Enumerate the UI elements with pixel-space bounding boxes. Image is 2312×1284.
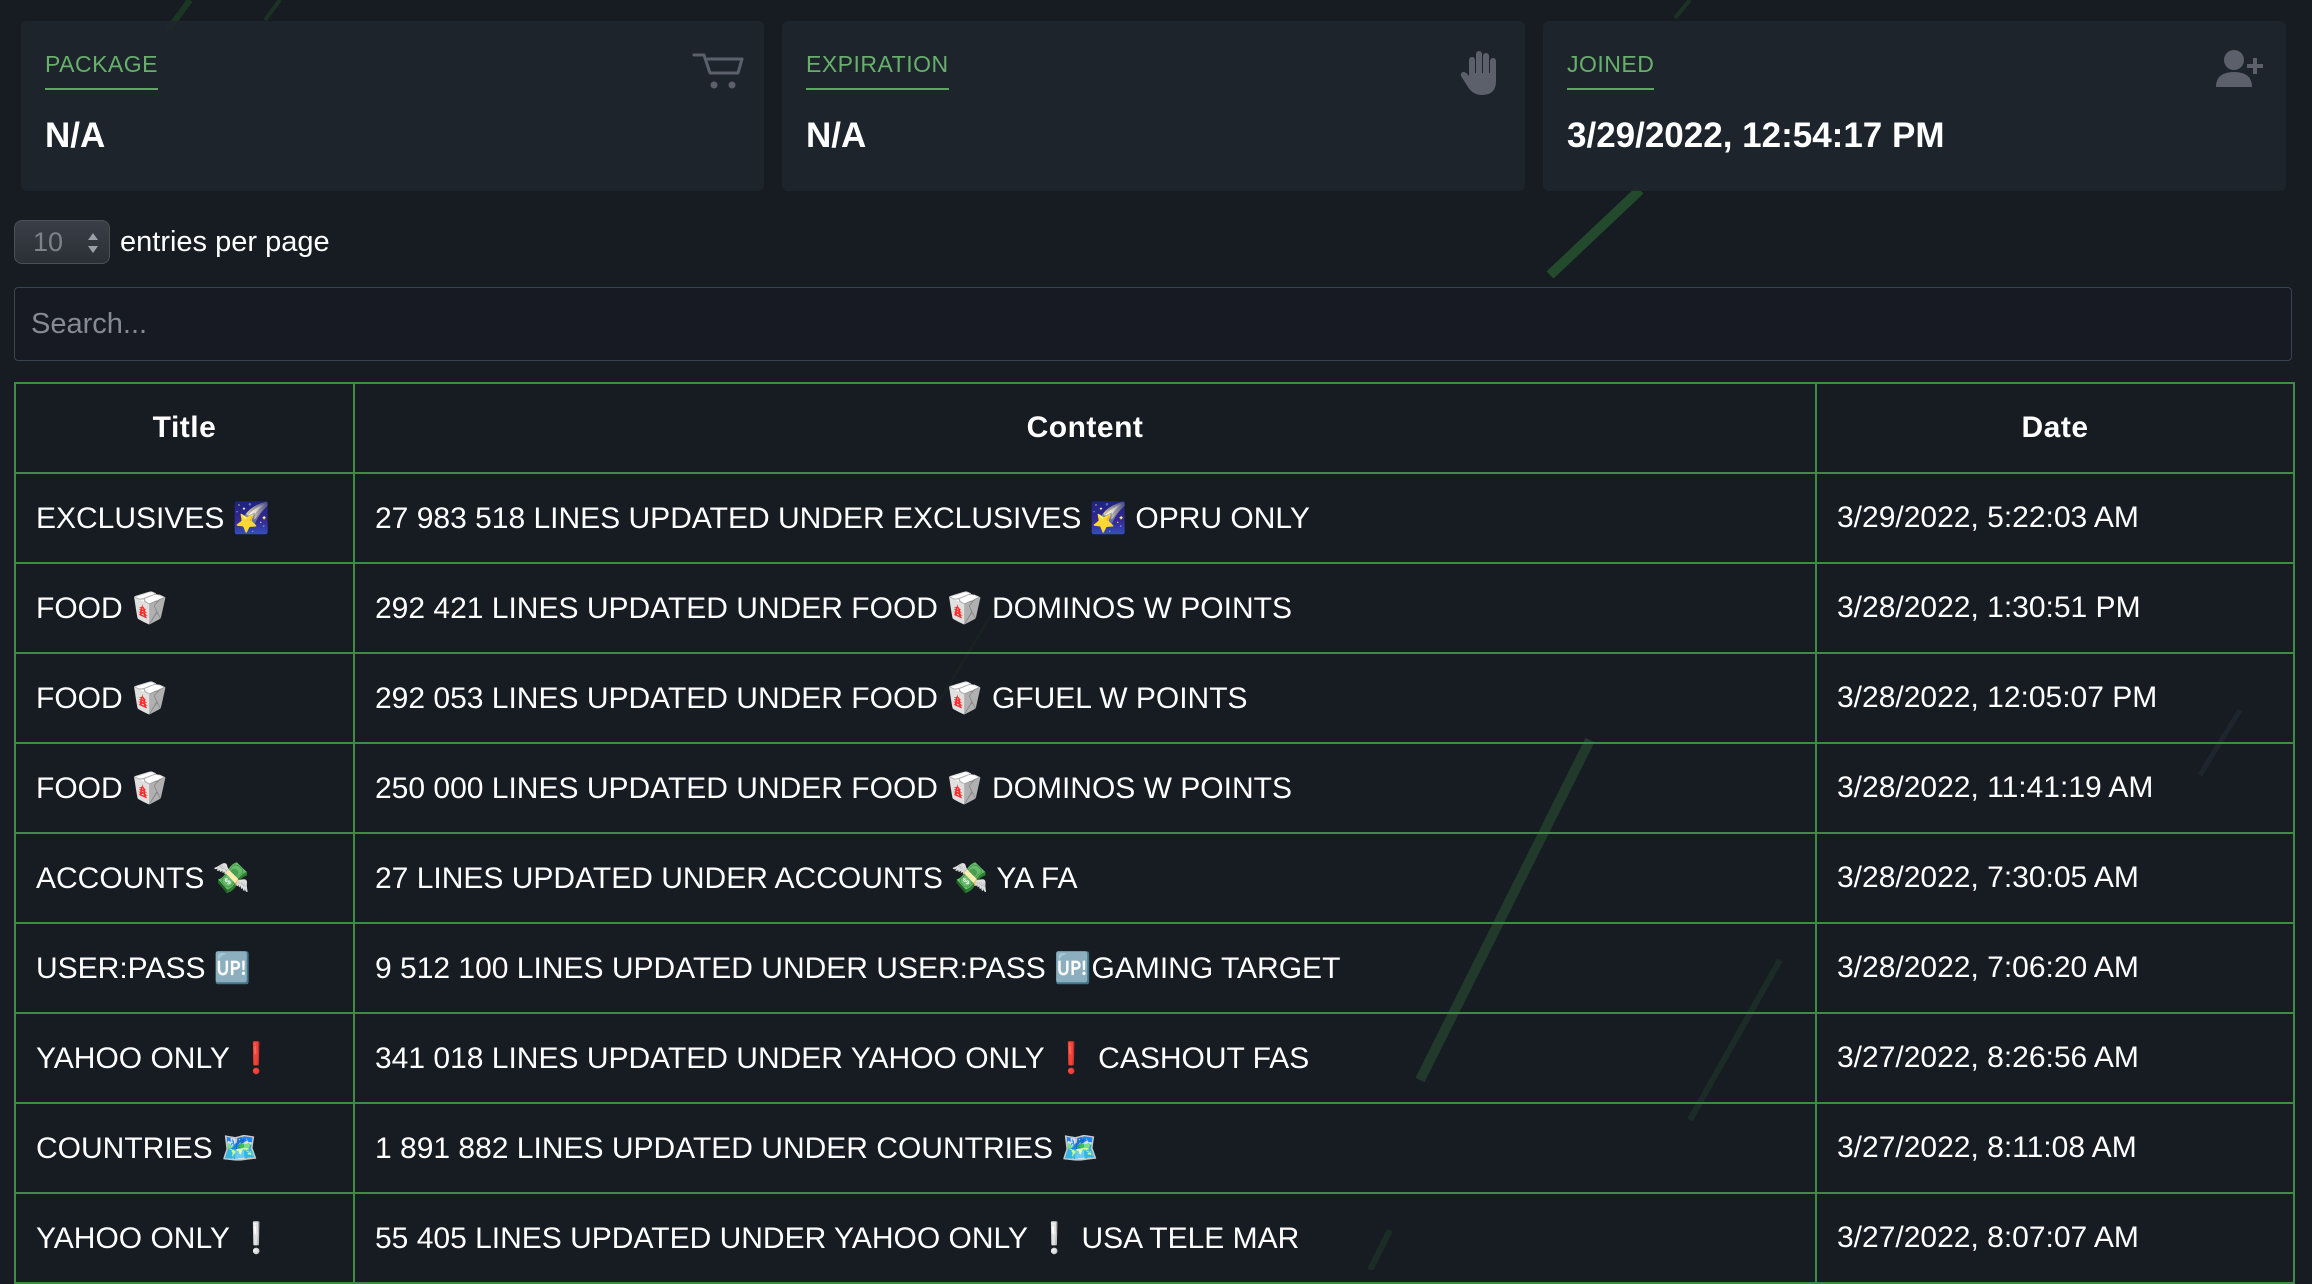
joined-label: JOINED <box>1567 51 1655 90</box>
expiration-label: EXPIRATION <box>806 51 949 90</box>
cell-title: FOOD 🥡 <box>14 742 355 834</box>
cell-date: 3/28/2022, 1:30:51 PM <box>1815 562 2295 654</box>
entries-per-page-select[interactable]: 10 <box>14 220 110 264</box>
cell-content: 27 LINES UPDATED UNDER ACCOUNTS 💸 YA FA <box>353 832 1817 924</box>
search-input[interactable] <box>14 287 2292 361</box>
dashboard-page: PACKAGE N/A EXPIRATION N/A JOINED 3/29/2… <box>0 0 2312 1284</box>
column-header-date[interactable]: Date <box>1815 382 2295 474</box>
cell-title: ACCOUNTS 💸 <box>14 832 355 924</box>
cell-title: COUNTRIES 🗺️ <box>14 1102 355 1194</box>
cell-content: 250 000 LINES UPDATED UNDER FOOD 🥡 DOMIN… <box>353 742 1817 834</box>
column-header-title[interactable]: Title <box>14 382 355 474</box>
package-card: PACKAGE N/A <box>21 21 764 191</box>
table-row: FOOD 🥡 292 053 LINES UPDATED UNDER FOOD … <box>14 652 2295 744</box>
cart-icon <box>692 53 744 89</box>
cell-content: 27 983 518 LINES UPDATED UNDER EXCLUSIVE… <box>353 472 1817 564</box>
cell-content: 292 421 LINES UPDATED UNDER FOOD 🥡 DOMIN… <box>353 562 1817 654</box>
cell-date: 3/28/2022, 12:05:07 PM <box>1815 652 2295 744</box>
cell-date: 3/27/2022, 8:26:56 AM <box>1815 1012 2295 1104</box>
package-label: PACKAGE <box>45 51 158 90</box>
updates-table: Title Content Date EXCLUSIVES 🌠 27 983 5… <box>14 382 2295 1284</box>
cell-title: YAHOO ONLY ❗ <box>14 1012 355 1104</box>
table-row: USER:PASS 🆙 9 512 100 LINES UPDATED UNDE… <box>14 922 2295 1014</box>
table-header-row: Title Content Date <box>14 382 2295 474</box>
add-user-icon <box>2216 50 2263 87</box>
cell-date: 3/29/2022, 5:22:03 AM <box>1815 472 2295 564</box>
cell-content: 9 512 100 LINES UPDATED UNDER USER:PASS … <box>353 922 1817 1014</box>
table-row: ACCOUNTS 💸 27 LINES UPDATED UNDER ACCOUN… <box>14 832 2295 924</box>
updates-table-wrapper: Title Content Date EXCLUSIVES 🌠 27 983 5… <box>14 382 2295 1284</box>
cell-date: 3/27/2022, 8:11:08 AM <box>1815 1102 2295 1194</box>
table-row: COUNTRIES 🗺️ 1 891 882 LINES UPDATED UND… <box>14 1102 2295 1194</box>
entries-per-page-value: 10 <box>33 226 64 257</box>
expiration-value: N/A <box>806 116 867 155</box>
package-value: N/A <box>45 116 106 155</box>
cell-title: FOOD 🥡 <box>14 562 355 654</box>
entries-per-page-label: entries per page <box>120 225 330 258</box>
cell-title: FOOD 🥡 <box>14 652 355 744</box>
table-row: YAHOO ONLY ❗ 341 018 LINES UPDATED UNDER… <box>14 1012 2295 1104</box>
table-row: FOOD 🥡 292 421 LINES UPDATED UNDER FOOD … <box>14 562 2295 654</box>
cell-content: 292 053 LINES UPDATED UNDER FOOD 🥡 GFUEL… <box>353 652 1817 744</box>
column-header-content[interactable]: Content <box>353 382 1817 474</box>
expiration-card: EXPIRATION N/A <box>782 21 1525 191</box>
entries-per-page: 10 entries per page <box>14 219 330 265</box>
cell-content: 1 891 882 LINES UPDATED UNDER COUNTRIES … <box>353 1102 1817 1194</box>
cell-date: 3/28/2022, 7:06:20 AM <box>1815 922 2295 1014</box>
cell-title: USER:PASS 🆙 <box>14 922 355 1014</box>
joined-card: JOINED 3/29/2022, 12:54:17 PM <box>1543 21 2286 191</box>
hand-icon <box>1460 51 1496 95</box>
cell-date: 3/28/2022, 11:41:19 AM <box>1815 742 2295 834</box>
table-row: FOOD 🥡 250 000 LINES UPDATED UNDER FOOD … <box>14 742 2295 834</box>
stat-cards: PACKAGE N/A EXPIRATION N/A JOINED 3/29/2… <box>21 21 2286 191</box>
cell-date: 3/28/2022, 7:30:05 AM <box>1815 832 2295 924</box>
cell-title: EXCLUSIVES 🌠 <box>14 472 355 564</box>
joined-value: 3/29/2022, 12:54:17 PM <box>1567 116 1945 155</box>
cell-content: 341 018 LINES UPDATED UNDER YAHOO ONLY ❗… <box>353 1012 1817 1104</box>
table-row: EXCLUSIVES 🌠 27 983 518 LINES UPDATED UN… <box>14 472 2295 564</box>
spinner-arrows-icon[interactable] <box>87 229 99 257</box>
